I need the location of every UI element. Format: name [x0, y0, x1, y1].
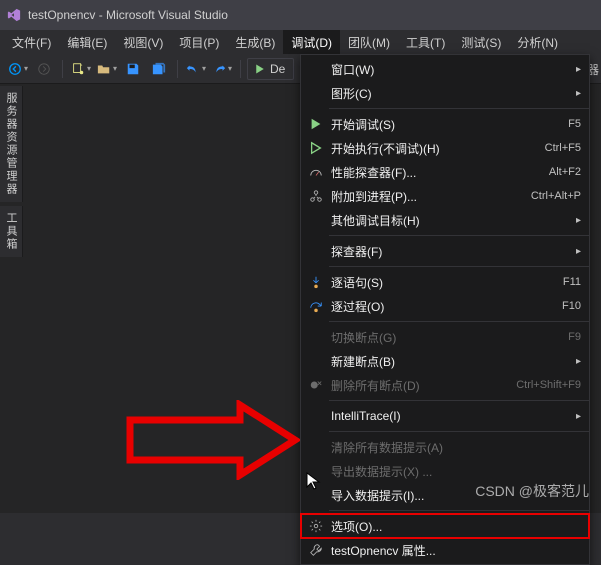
side-tab[interactable]: 工具箱: [0, 206, 23, 257]
menu-item[interactable]: 开始执行(不调试)(H)Ctrl+F5: [301, 136, 589, 160]
menubar-item[interactable]: 文件(F): [4, 30, 59, 54]
title-bar: testOpnencv - Microsoft Visual Studio: [0, 0, 601, 30]
annotation-arrow-icon: [120, 400, 300, 480]
menu-item: 删除所有断点(D)Ctrl+Shift+F9: [301, 373, 589, 397]
menu-item-shortcut: Ctrl+Shift+F9: [516, 379, 581, 391]
menu-item-shortcut: Ctrl+F5: [545, 142, 581, 154]
menu-item[interactable]: 开始调试(S)F5: [301, 112, 589, 136]
menu-item-label: 窗口(W): [327, 61, 581, 78]
menu-item: 导出数据提示(X) ...: [301, 459, 589, 483]
menubar-item[interactable]: 调试(D): [283, 30, 340, 54]
menu-item-label: 清除所有数据提示(A): [327, 439, 581, 456]
menu-item-label: 选项(O)...: [327, 518, 581, 535]
attach-icon: [305, 189, 327, 203]
menu-item-label: 性能探查器(F)...: [327, 164, 549, 181]
menu-item[interactable]: 逐语句(S)F11: [301, 270, 589, 294]
menu-item-shortcut: F9: [568, 331, 581, 343]
menu-item[interactable]: testOpnencv 属性...: [301, 538, 589, 562]
menu-item: 清除所有数据提示(A): [301, 435, 589, 459]
debug-target-label: De: [270, 62, 285, 76]
menubar-item[interactable]: 项目(P): [171, 30, 227, 54]
menubar-item[interactable]: 编辑(E): [59, 30, 115, 54]
menu-item-label: 逐过程(O): [327, 298, 562, 315]
play-outline-icon: [305, 141, 327, 155]
perf-icon: [305, 165, 327, 179]
menu-item[interactable]: 图形(C): [301, 81, 589, 105]
menu-item-label: 附加到进程(P)...: [327, 188, 531, 205]
menu-item-label: 切换断点(G): [327, 329, 568, 346]
menubar-item[interactable]: 生成(B): [227, 30, 283, 54]
side-tab[interactable]: 服务器资源管理器: [0, 86, 23, 202]
menu-item[interactable]: 其他调试目标(H): [301, 208, 589, 232]
separator: [62, 60, 63, 78]
menu-item-label: 逐语句(S): [327, 274, 563, 291]
redo-button[interactable]: ▾: [210, 57, 234, 81]
start-debug-button[interactable]: De: [247, 58, 294, 80]
undo-button[interactable]: ▾: [184, 57, 208, 81]
save-all-button[interactable]: [147, 57, 171, 81]
cursor-icon: [306, 472, 322, 492]
window-title: testOpnencv - Microsoft Visual Studio: [28, 8, 228, 22]
menu-item-label: 删除所有断点(D): [327, 377, 516, 394]
menu-item-label: IntelliTrace(I): [327, 409, 581, 423]
menu-item: 切换断点(G)F9: [301, 325, 589, 349]
menubar-item[interactable]: 团队(M): [340, 30, 398, 54]
menu-item[interactable]: 新建断点(B): [301, 349, 589, 373]
menu-item[interactable]: 附加到进程(P)...Ctrl+Alt+P: [301, 184, 589, 208]
menubar-item[interactable]: 视图(V): [115, 30, 171, 54]
menu-item-shortcut: F5: [568, 118, 581, 130]
menubar-item[interactable]: 分析(N): [509, 30, 566, 54]
menu-item[interactable]: 选项(O)...: [301, 514, 589, 538]
menu-item-shortcut: Alt+F2: [549, 166, 581, 178]
separator: [177, 60, 178, 78]
menu-item-label: 开始执行(不调试)(H): [327, 140, 545, 157]
menu-item-label: 探查器(F): [327, 243, 581, 260]
new-file-button[interactable]: ▾: [69, 57, 93, 81]
separator: [240, 60, 241, 78]
menu-item-shortcut: Ctrl+Alt+P: [531, 190, 581, 202]
menu-item[interactable]: IntelliTrace(I): [301, 404, 589, 428]
menubar-item[interactable]: 工具(T): [398, 30, 453, 54]
step-over-icon: [305, 299, 327, 313]
menu-item[interactable]: 探查器(F): [301, 239, 589, 263]
play-green-icon: [305, 117, 327, 131]
nav-back-button[interactable]: ▾: [6, 57, 30, 81]
del-bp-icon: [305, 378, 327, 392]
menu-item-label: 导出数据提示(X) ...: [327, 463, 581, 480]
menu-item-label: 新建断点(B): [327, 353, 581, 370]
menu-item[interactable]: 窗口(W): [301, 57, 589, 81]
menu-item-shortcut: F11: [563, 276, 581, 288]
save-button[interactable]: [121, 57, 145, 81]
menu-bar: 文件(F)编辑(E)视图(V)项目(P)生成(B)调试(D)团队(M)工具(T)…: [0, 30, 601, 54]
gear-icon: [305, 519, 327, 533]
left-tab-strip: 服务器资源管理器工具箱: [0, 86, 22, 261]
menu-item-shortcut: F10: [562, 300, 581, 312]
menu-item[interactable]: 性能探查器(F)...Alt+F2: [301, 160, 589, 184]
vs-logo-icon: [6, 7, 22, 23]
menu-item-label: testOpnencv 属性...: [327, 542, 581, 559]
open-file-button[interactable]: ▾: [95, 57, 119, 81]
menu-item-label: 图形(C): [327, 85, 581, 102]
menu-item-label: 其他调试目标(H): [327, 212, 581, 229]
wrench-icon: [305, 543, 327, 557]
menu-item[interactable]: 逐过程(O)F10: [301, 294, 589, 318]
step-into-icon: [305, 275, 327, 289]
nav-fwd-button[interactable]: [32, 57, 56, 81]
menubar-item[interactable]: 测试(S): [453, 30, 509, 54]
watermark-text: CSDN @极客范儿: [475, 481, 589, 501]
menu-item-label: 开始调试(S): [327, 116, 568, 133]
